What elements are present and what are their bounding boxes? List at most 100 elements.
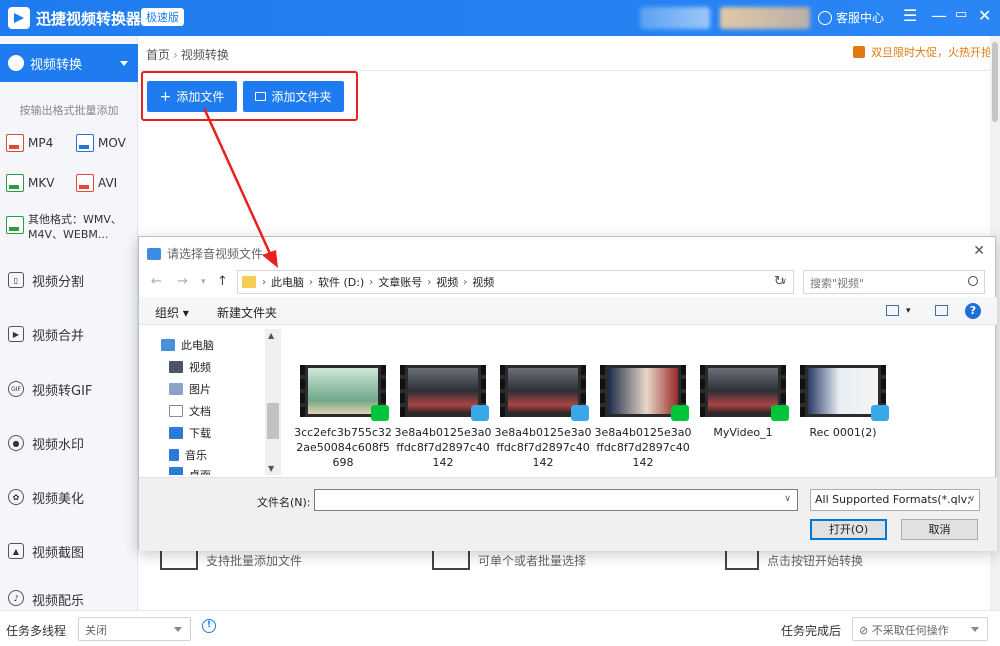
sidebar-item-gif[interactable]: GIF 视频转GIF <box>0 374 138 404</box>
file-item[interactable]: Rec 0001(2) <box>793 365 893 440</box>
recent-dropdown-icon[interactable]: ▾ <box>201 277 206 287</box>
sidebar-item-label: 视频水印 <box>32 437 85 453</box>
sidebar-item-split[interactable]: ▯ 视频分割 <box>0 265 138 295</box>
iqiyi-badge-icon <box>371 405 389 421</box>
breadcrumb-separator: › <box>173 48 178 62</box>
promo-link[interactable]: 双旦限时大促，火热开抢 <box>853 44 992 60</box>
help-icon[interactable]: ? <box>965 303 981 319</box>
sidebar-item-merge[interactable]: ▶ 视频合并 <box>0 319 138 349</box>
file-item[interactable]: 3e8a4b0125e3a0ffdc8f7d2897c40142 <box>493 365 593 470</box>
back-arrow-icon[interactable]: ← <box>151 274 162 289</box>
scrollbar-thumb[interactable] <box>992 42 998 122</box>
promo-text: 双旦限时大促，火热开抢 <box>871 46 992 59</box>
sidebar-item-video-convert[interactable]: 视频转换 <box>0 44 138 82</box>
after-done-select[interactable]: ⊘ 不采取任何操作 <box>852 617 988 641</box>
sidebar-item-label: 视频转换 <box>30 57 83 73</box>
desktop-icon <box>169 467 183 475</box>
merge-icon: ▶ <box>8 326 24 342</box>
breadcrumb: 首页 › 视频转换 <box>146 46 229 63</box>
file-name: MyVideo_1 <box>713 426 773 439</box>
dialog-app-icon <box>147 247 161 260</box>
support-center-button[interactable]: 客服中心 <box>818 9 884 26</box>
info-icon[interactable]: ! <box>202 619 216 633</box>
batch-hint: 按输出格式批量添加 <box>19 104 119 117</box>
bottom-bar: 任务多线程 关闭 任务完成后 ⊘ 不采取任何操作 <box>0 610 1000 646</box>
tree-item-pictures[interactable]: 图片 <box>169 381 211 397</box>
thumbnail-scene <box>708 368 778 414</box>
gif-icon: GIF <box>8 381 24 397</box>
step-icon <box>725 550 759 570</box>
format-other[interactable]: 其他格式：WMV、 M4V、WEBM... <box>6 212 122 242</box>
forward-arrow-icon[interactable]: → <box>177 274 188 289</box>
tree-item-videos[interactable]: 视频 <box>169 359 211 375</box>
filename-dropdown-icon[interactable]: ∨ <box>784 494 791 504</box>
scroll-down-icon[interactable]: ▼ <box>268 464 274 473</box>
tree-item-this-pc[interactable]: 此电脑 <box>161 337 214 353</box>
file-item[interactable]: MyVideo_1 <box>693 365 793 440</box>
preview-pane-icon[interactable] <box>935 305 948 316</box>
sidebar-item-label: 视频分割 <box>32 274 85 290</box>
maximize-icon[interactable]: ▭ <box>955 7 967 22</box>
scrollbar-thumb[interactable] <box>267 403 279 439</box>
path-segment[interactable]: 软件 (D:) <box>313 274 369 290</box>
tree-item-label: 音乐 <box>185 449 207 462</box>
dialog-title-bar: 请选择音视频文件 <box>147 245 263 262</box>
menu-icon[interactable]: ☰ <box>903 6 917 25</box>
screenshot-icon: ▲ <box>8 543 24 559</box>
file-item[interactable]: 3e8a4b0125e3a0ffdc8f7d2897c40142 <box>393 365 493 470</box>
organize-menu[interactable]: 组织 ▾ <box>155 304 189 321</box>
tree-item-music[interactable]: 音乐 <box>169 447 207 463</box>
format-mov[interactable]: MOV <box>76 134 126 152</box>
mp4-file-icon <box>6 134 24 152</box>
format-avi[interactable]: AVI <box>76 174 117 192</box>
view-dropdown-icon[interactable]: ▾ <box>906 306 911 316</box>
address-bar[interactable]: › 此电脑 › 软件 (D:) › 文章账号 › 视频 › 视频 ∨ <box>237 270 794 294</box>
file-type-select[interactable]: All Supported Formats(*.qlv; ∨ <box>810 489 980 511</box>
file-item[interactable]: 3cc2efc3b755c322ae50084c608f5698 <box>293 365 393 470</box>
other-file-icon <box>6 216 24 234</box>
filename-input[interactable]: ∨ <box>314 489 798 511</box>
step-1: 支持批量添加文件 <box>160 550 302 570</box>
computer-icon <box>161 339 175 351</box>
view-options-icon[interactable] <box>886 305 899 316</box>
up-arrow-icon[interactable]: ↑ <box>217 274 228 289</box>
tree-item-downloads[interactable]: 下载 <box>169 425 211 441</box>
new-folder-button[interactable]: 新建文件夹 <box>217 304 277 321</box>
sidebar-item-label: 视频转GIF <box>32 383 93 399</box>
video-thumbnail <box>600 365 689 421</box>
tree-item-desktop[interactable]: 桌面 <box>169 467 211 475</box>
file-name: Rec 0001(2) <box>809 426 877 439</box>
music-note-icon <box>169 449 179 461</box>
breadcrumb-home[interactable]: 首页 <box>146 48 170 62</box>
thumbnail-scene <box>408 368 478 414</box>
step-2: 可单个或者批量选择 <box>432 550 586 570</box>
minimize-icon[interactable]: — <box>931 6 947 25</box>
chevron-down-icon <box>174 627 182 632</box>
multithread-select[interactable]: 关闭 <box>78 617 191 641</box>
scroll-up-icon[interactable]: ▲ <box>268 331 274 340</box>
format-mkv[interactable]: MKV <box>6 174 54 192</box>
search-input[interactable]: 搜索"视频" <box>803 270 985 294</box>
iqiyi-badge-icon <box>671 405 689 421</box>
tree-item-documents[interactable]: 文档 <box>169 403 211 419</box>
path-segment[interactable]: 视频 <box>467 274 499 290</box>
thumbnail-scene <box>308 368 378 414</box>
close-icon[interactable]: ✕ <box>978 6 991 25</box>
cancel-button[interactable]: 取消 <box>901 519 978 540</box>
path-segment[interactable]: 此电脑 <box>266 274 309 290</box>
sidebar-item-music[interactable]: ♪ 视频配乐 <box>0 590 138 610</box>
step-icon <box>432 550 470 570</box>
sidebar-item-watermark[interactable]: ● 视频水印 <box>0 428 138 458</box>
open-button[interactable]: 打开(O) <box>810 519 887 540</box>
file-item[interactable]: 3e8a4b0125e3a0ffdc8f7d2897c40142 <box>593 365 693 470</box>
format-mp4[interactable]: MP4 <box>6 134 53 152</box>
sidebar-item-beautify[interactable]: ✿ 视频美化 <box>0 482 138 512</box>
sidebar-item-screenshot[interactable]: ▲ 视频截图 <box>0 536 138 566</box>
play-badge-icon <box>571 405 589 421</box>
path-segment[interactable]: 文章账号 <box>373 274 427 290</box>
other-formats-line2: M4V、WEBM... <box>28 228 109 241</box>
dialog-close-icon[interactable]: ✕ <box>973 243 985 259</box>
path-segment[interactable]: 视频 <box>431 274 463 290</box>
tree-scrollbar[interactable]: ▲ ▼ <box>265 329 281 475</box>
refresh-icon[interactable]: ↻ <box>774 274 785 289</box>
